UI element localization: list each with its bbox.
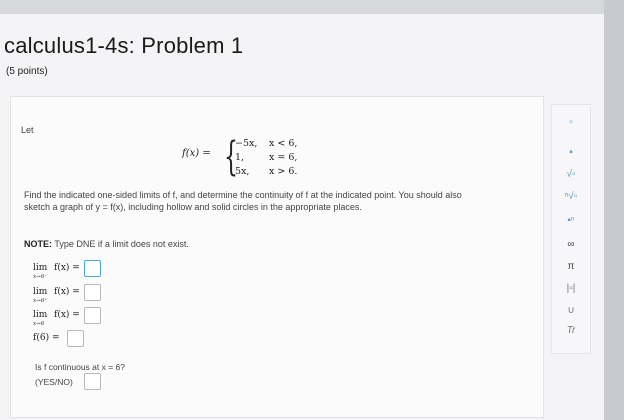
- continuity-question: Is f continuous at x = 6?: [35, 362, 126, 372]
- case-expr: −5x,: [235, 138, 258, 149]
- function-value-answer-input[interactable]: [67, 330, 84, 347]
- lim-subscript: x→6⁻: [33, 274, 48, 280]
- note-label: NOTE:: [24, 239, 52, 249]
- pi-icon[interactable]: π: [552, 261, 590, 272]
- text-icon[interactable]: Tr: [552, 325, 590, 336]
- infinity-icon[interactable]: ∞: [552, 239, 590, 250]
- continuity-choices: (YES/NO): [35, 377, 73, 387]
- choices-label: (YES/NO): [35, 377, 73, 387]
- browser-top-strip: [0, 0, 624, 14]
- two-sided-limit-answer-input[interactable]: [84, 307, 101, 324]
- lim-subscript: x→6⁺: [33, 298, 48, 304]
- left-limit-answer-input[interactable]: [84, 260, 101, 277]
- union-icon[interactable]: ∪: [552, 305, 590, 316]
- case-condition: x > 6.: [269, 166, 298, 177]
- absolute-value-icon[interactable]: |▫|: [552, 283, 590, 294]
- lim-word: lim: [33, 310, 48, 320]
- problem-panel: Let f(x) = { −5x, x < 6, 1, x = 6, 5x, x…: [10, 96, 544, 418]
- case-condition: x = 6,: [269, 152, 298, 163]
- lim-word: lim: [33, 287, 48, 297]
- nth-root-icon[interactable]: ⁿ√▫: [552, 191, 590, 202]
- case-expr: 5x,: [235, 166, 250, 177]
- problem-title: calculus1-4s: Problem 1: [4, 33, 244, 58]
- note-text: NOTE: Type DNE if a limit does not exist…: [24, 239, 189, 249]
- lim-expression: f(x) =: [54, 287, 80, 297]
- value-expression: f(6) =: [33, 333, 60, 343]
- fraction-icon[interactable]: ▫: [552, 117, 590, 128]
- exponent-icon[interactable]: ▪ⁿ: [552, 215, 590, 226]
- lim-expression: f(x) =: [54, 310, 80, 320]
- continuity-answer-input[interactable]: [84, 373, 101, 390]
- note-body: Type DNE if a limit does not exist.: [52, 239, 189, 249]
- function-lhs: f(x) =: [182, 148, 211, 159]
- points-label: (5 points): [6, 66, 48, 77]
- sqrt-icon[interactable]: √▫: [552, 169, 590, 180]
- math-palette: ▫ ▪ √▫ ⁿ√▫ ▪ⁿ ∞ π |▫| ∪ Tr: [551, 104, 591, 354]
- instructions-text: Find the indicated one-sided limits of f…: [24, 190, 462, 212]
- case-condition: x < 6,: [269, 138, 298, 149]
- window-edge: [604, 0, 624, 420]
- lim-expression: f(x) =: [54, 263, 80, 273]
- lim-word: lim: [33, 263, 48, 273]
- right-limit-answer-input[interactable]: [84, 284, 101, 301]
- let-label: Let: [21, 125, 34, 135]
- lim-subscript: x→6: [33, 321, 45, 327]
- mixed-number-icon[interactable]: ▪: [552, 147, 590, 158]
- case-expr: 1,: [235, 152, 245, 163]
